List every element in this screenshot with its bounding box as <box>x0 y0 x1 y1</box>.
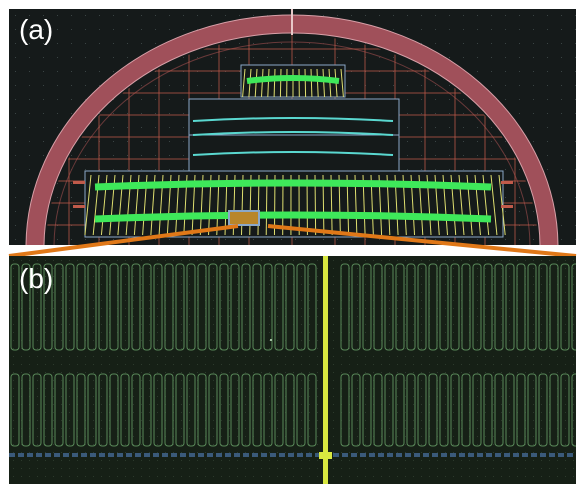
marker-dot <box>270 339 272 341</box>
detail-layout-drawing <box>9 256 576 484</box>
vertical-bus <box>323 256 328 484</box>
lower-strip-2 <box>94 211 492 223</box>
overview-layout-drawing <box>15 9 576 245</box>
panel-a-overview: (a) <box>9 9 576 245</box>
side-tab-2 <box>501 181 513 184</box>
zoom-highlight-box <box>228 210 260 226</box>
side-tab-0 <box>73 181 85 184</box>
top-module-strip <box>246 75 340 84</box>
lower-strip-1 <box>94 179 492 191</box>
panel-a-label: (a) <box>19 14 54 45</box>
bus-junction <box>319 452 332 459</box>
side-tab-3 <box>501 205 513 208</box>
panel-b-label: (b) <box>19 263 54 294</box>
side-tab-1 <box>73 205 85 208</box>
pixel-cell-array <box>10 263 576 447</box>
panel-b-detail: (b) <box>9 256 576 484</box>
